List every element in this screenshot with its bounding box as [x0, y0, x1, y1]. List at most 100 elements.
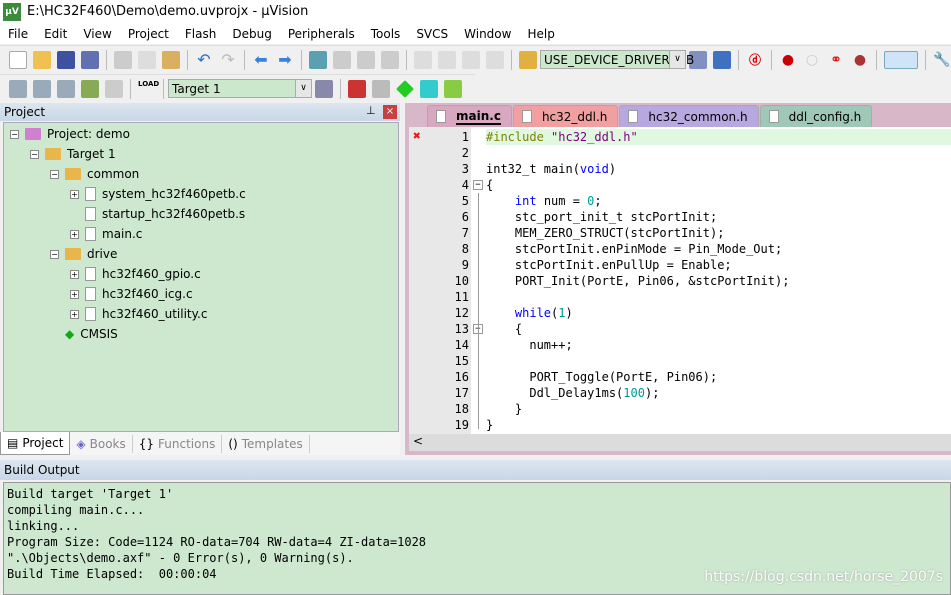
bookmark-icon[interactable]	[309, 50, 327, 69]
line-number: 5	[461, 194, 469, 208]
next-bookmark-icon[interactable]	[357, 50, 375, 69]
menu-flash[interactable]: Flash	[177, 27, 224, 41]
fold-toggle-icon[interactable]: −	[473, 180, 483, 190]
menu-window[interactable]: Window	[456, 27, 519, 41]
wrench-icon[interactable]: 🔧	[933, 51, 951, 69]
tab-project[interactable]: ▤ Project	[0, 432, 71, 455]
disable-breakpoint-icon[interactable]: ○	[803, 51, 821, 69]
indent-icon[interactable]	[414, 50, 432, 69]
expander-icon[interactable]: +	[70, 189, 79, 199]
tree-item[interactable]: − Project: demo	[10, 124, 130, 144]
tree-item[interactable]: + hc32f460_utility.c	[70, 304, 207, 324]
close-icon[interactable]: ×	[383, 105, 397, 119]
target-options-icon[interactable]	[315, 79, 333, 98]
menu-project[interactable]: Project	[120, 27, 177, 41]
tree-item[interactable]: + hc32f460_icg.c	[70, 284, 193, 304]
tree-item[interactable]: − common	[50, 164, 139, 184]
manage-project-items-icon[interactable]	[348, 79, 366, 98]
menu-tools[interactable]: Tools	[363, 27, 409, 41]
code-token: while	[514, 306, 552, 320]
menu-peripherals[interactable]: Peripherals	[280, 27, 363, 41]
uncomment-icon[interactable]	[486, 50, 504, 69]
tree-item[interactable]: ◆ CMSIS	[50, 324, 118, 344]
batch-build-icon[interactable]	[81, 79, 99, 98]
save-icon[interactable]	[57, 50, 75, 69]
kill-breakpoints-icon[interactable]: ●	[851, 51, 869, 69]
expander-icon[interactable]: +	[70, 309, 79, 319]
clear-bookmarks-icon[interactable]	[381, 50, 399, 69]
tree-item[interactable]: startup_hc32f460petb.s	[70, 204, 245, 224]
debug-session-icon[interactable]: ⓓ	[746, 51, 764, 69]
target-combo[interactable]: Target 1 ∨	[168, 79, 312, 98]
undo-icon[interactable]: ↶	[195, 50, 213, 69]
define-combo[interactable]: USE_DEVICE_DRIVER_LIB ∨	[540, 50, 694, 69]
window-title: E:\HC32F460\Demo\demo.uvprojx - µVision	[27, 4, 309, 19]
tree-item-label: hc32f460_utility.c	[102, 307, 208, 321]
chevron-down-icon[interactable]: ∨	[669, 51, 685, 68]
paste-icon[interactable]	[162, 50, 180, 69]
build-output-line: Program Size: Code=1124 RO-data=704 RW-d…	[7, 535, 427, 549]
editor-tab-ddl_config-h[interactable]: ddl_config.h	[759, 105, 873, 127]
tree-item[interactable]: + hc32f460_gpio.c	[70, 264, 201, 284]
code-editor[interactable]: 1 2 3 4 5 6 7 8 9 10 11 12 13 14 15 16 17 18 19 #include "…	[409, 127, 951, 434]
pin-icon[interactable]: ⊥	[366, 104, 376, 117]
chevron-down-icon[interactable]: ∨	[295, 80, 311, 97]
menu-debug[interactable]: Debug	[224, 27, 279, 41]
disable-all-breakpoints-icon[interactable]: ⚭	[827, 51, 845, 69]
tree-item[interactable]: + main.c	[70, 224, 142, 244]
menu-help[interactable]: Help	[519, 27, 562, 41]
tab-books[interactable]: ◈ Books	[70, 434, 133, 453]
code-line: PORT_Toggle(PortE, Pin06);	[486, 369, 717, 385]
code-token: {	[486, 322, 523, 336]
code-token: stc_port_init_t stcPortInit;	[486, 210, 718, 224]
stop-build-icon[interactable]	[105, 79, 123, 98]
tree-item[interactable]: − Target 1	[30, 144, 116, 164]
expander-icon[interactable]: −	[30, 149, 39, 159]
expander-icon[interactable]: +	[70, 269, 79, 279]
new-file-icon[interactable]	[9, 50, 27, 69]
save-all-icon[interactable]	[81, 50, 99, 69]
expander-icon[interactable]: −	[50, 169, 59, 179]
copy-icon[interactable]	[138, 50, 156, 69]
horizontal-scrollbar[interactable]: <	[409, 434, 951, 451]
comment-icon[interactable]	[462, 50, 480, 69]
editor-tab-main-c[interactable]: main.c	[427, 105, 512, 127]
menu-edit[interactable]: Edit	[36, 27, 75, 41]
cut-icon[interactable]	[114, 50, 132, 69]
breakpoint-icon[interactable]: ●	[779, 51, 797, 69]
translate-icon[interactable]	[9, 79, 27, 98]
expander-icon[interactable]: +	[70, 289, 79, 299]
expander-icon[interactable]: −	[10, 129, 19, 139]
build-icon[interactable]	[33, 79, 51, 98]
manage-rte-icon[interactable]	[396, 79, 414, 98]
find-in-files-icon[interactable]	[519, 50, 537, 69]
uvision-logo-icon: μV	[3, 2, 21, 21]
tab-templates[interactable]: () Templates	[222, 434, 310, 453]
pack-installer-icon[interactable]	[420, 79, 438, 98]
window-layout-button[interactable]	[884, 50, 918, 69]
scroll-left-icon[interactable]: <	[413, 434, 423, 448]
navigate-forward-icon[interactable]: ➡	[276, 50, 294, 69]
tab-functions[interactable]: {} Functions	[133, 434, 223, 453]
load-icon[interactable]: LOAD	[138, 80, 159, 98]
rebuild-icon[interactable]	[57, 79, 75, 98]
file-icon	[85, 207, 96, 221]
software-packs-icon[interactable]	[444, 79, 462, 98]
select-packs-icon[interactable]	[372, 79, 390, 98]
file-icon	[85, 307, 96, 321]
prev-bookmark-icon[interactable]	[333, 50, 351, 69]
editor-tab-hc32_common-h[interactable]: hc32_common.h	[619, 105, 759, 127]
open-folder-icon[interactable]	[33, 50, 51, 69]
menu-view[interactable]: View	[75, 27, 119, 41]
editor-tab-hc32_ddl-h[interactable]: hc32_ddl.h	[512, 105, 619, 127]
tree-item[interactable]: − drive	[50, 244, 117, 264]
redo-icon[interactable]: ↷	[219, 50, 237, 69]
navigate-back-icon[interactable]: ⬅	[252, 50, 270, 69]
menu-svcs[interactable]: SVCS	[408, 27, 456, 41]
expander-icon[interactable]: +	[70, 229, 79, 239]
tree-item[interactable]: + system_hc32f460petb.c	[70, 184, 246, 204]
expander-icon[interactable]: −	[50, 249, 59, 259]
incremental-find-icon[interactable]	[713, 50, 731, 69]
unindent-icon[interactable]	[438, 50, 456, 69]
menu-file[interactable]: File	[0, 27, 36, 41]
